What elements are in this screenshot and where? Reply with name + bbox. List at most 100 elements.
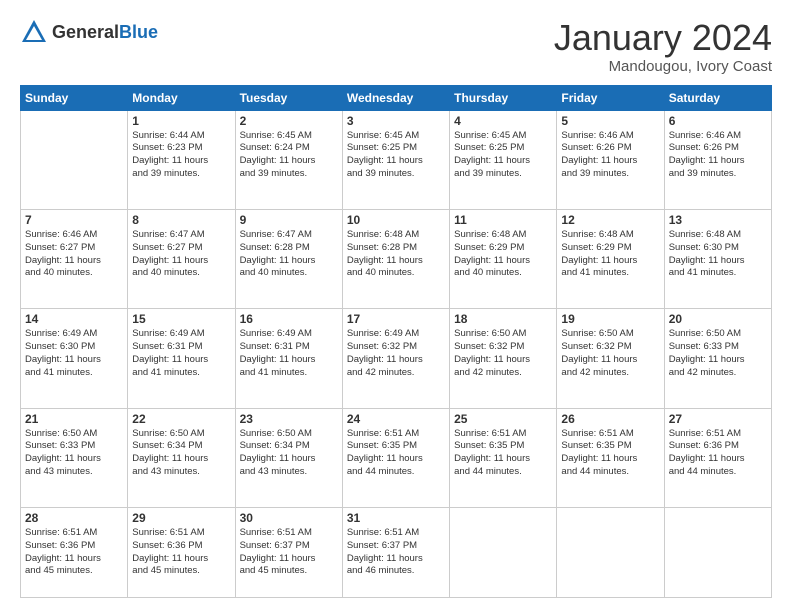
table-row xyxy=(21,110,128,209)
table-row: 23Sunrise: 6:50 AMSunset: 6:34 PMDayligh… xyxy=(235,408,342,507)
col-monday: Monday xyxy=(128,85,235,110)
day-number: 12 xyxy=(561,213,659,227)
day-number: 19 xyxy=(561,312,659,326)
day-info: Sunrise: 6:49 AMSunset: 6:31 PMDaylight:… xyxy=(132,328,230,379)
col-friday: Friday xyxy=(557,85,664,110)
page: GeneralBlue January 2024 Mandougou, Ivor… xyxy=(0,0,792,612)
logo-text: GeneralBlue xyxy=(52,22,158,43)
day-number: 15 xyxy=(132,312,230,326)
table-row: 24 Sunrise: 6:51 AMSunset: 6:35 PMDayligh… xyxy=(342,408,449,507)
table-row: 13Sunrise: 6:48 AMSunset: 6:30 PMDayligh… xyxy=(664,209,771,308)
day-number: 1 xyxy=(132,114,230,128)
day-info: Sunrise: 6:47 AMSunset: 6:28 PMDaylight:… xyxy=(240,229,338,280)
table-row xyxy=(664,508,771,598)
day-info: Sunrise: 6:50 AMSunset: 6:32 PMDaylight:… xyxy=(561,328,659,379)
day-number: 6 xyxy=(669,114,767,128)
day-info: Sunrise: 6:48 AMSunset: 6:28 PMDaylight:… xyxy=(347,229,445,280)
table-row: 10 Sunrise: 6:48 AMSunset: 6:28 PMDayligh… xyxy=(342,209,449,308)
day-number: 31 xyxy=(347,511,445,525)
day-info: Sunrise: 6:51 AMSunset: 6:36 PMDaylight:… xyxy=(25,527,123,578)
day-number: 8 xyxy=(132,213,230,227)
logo: GeneralBlue xyxy=(20,18,158,46)
day-number: 24 xyxy=(347,412,445,426)
day-info: Sunrise: 6:49 AMSunset: 6:30 PMDaylight:… xyxy=(25,328,123,379)
table-row: 6 Sunrise: 6:46 AMSunset: 6:26 PMDaylight… xyxy=(664,110,771,209)
table-row: 15 Sunrise: 6:49 AMSunset: 6:31 PMDayligh… xyxy=(128,309,235,408)
day-number: 18 xyxy=(454,312,552,326)
day-info: Sunrise: 6:49 AMSunset: 6:32 PMDaylight:… xyxy=(347,328,445,379)
day-number: 21 xyxy=(25,412,123,426)
table-row: 14 Sunrise: 6:49 AMSunset: 6:30 PMDayligh… xyxy=(21,309,128,408)
day-info: Sunrise: 6:46 AMSunset: 6:26 PMDaylight:… xyxy=(669,130,767,181)
day-info: Sunrise: 6:51 AMSunset: 6:35 PMDaylight:… xyxy=(561,428,659,479)
table-row: 28 Sunrise: 6:51 AMSunset: 6:36 PMDayligh… xyxy=(21,508,128,598)
day-info: Sunrise: 6:45 AMSunset: 6:25 PMDaylight:… xyxy=(347,130,445,181)
day-info: Sunrise: 6:51 AMSunset: 6:37 PMDaylight:… xyxy=(347,527,445,578)
day-number: 28 xyxy=(25,511,123,525)
day-number: 25 xyxy=(454,412,552,426)
table-row: 3 Sunrise: 6:45 AMSunset: 6:25 PMDaylight… xyxy=(342,110,449,209)
logo-general: General xyxy=(52,22,119,42)
table-row: 17Sunrise: 6:49 AMSunset: 6:32 PMDayligh… xyxy=(342,309,449,408)
table-row: 22 Sunrise: 6:50 AMSunset: 6:34 PMDayligh… xyxy=(128,408,235,507)
table-row: 31 Sunrise: 6:51 AMSunset: 6:37 PMDayligh… xyxy=(342,508,449,598)
day-number: 13 xyxy=(669,213,767,227)
day-number: 14 xyxy=(25,312,123,326)
table-row: 7Sunrise: 6:46 AMSunset: 6:27 PMDaylight… xyxy=(21,209,128,308)
table-row: 18 Sunrise: 6:50 AMSunset: 6:32 PMDayligh… xyxy=(450,309,557,408)
day-info: Sunrise: 6:51 AMSunset: 6:36 PMDaylight:… xyxy=(132,527,230,578)
day-info: Sunrise: 6:45 AMSunset: 6:24 PMDaylight:… xyxy=(240,130,338,181)
table-row: 20Sunrise: 6:50 AMSunset: 6:33 PMDayligh… xyxy=(664,309,771,408)
day-number: 10 xyxy=(347,213,445,227)
calendar-header-row: Sunday Monday Tuesday Wednesday Thursday… xyxy=(21,85,772,110)
day-number: 29 xyxy=(132,511,230,525)
day-info: Sunrise: 6:45 AMSunset: 6:25 PMDaylight:… xyxy=(454,130,552,181)
table-row: 21 Sunrise: 6:50 AMSunset: 6:33 PMDayligh… xyxy=(21,408,128,507)
day-number: 2 xyxy=(240,114,338,128)
day-info: Sunrise: 6:51 AMSunset: 6:37 PMDaylight:… xyxy=(240,527,338,578)
table-row: 26 Sunrise: 6:51 AMSunset: 6:35 PMDayligh… xyxy=(557,408,664,507)
table-row: 4 Sunrise: 6:45 AMSunset: 6:25 PMDaylight… xyxy=(450,110,557,209)
day-info: Sunrise: 6:48 AMSunset: 6:29 PMDaylight:… xyxy=(454,229,552,280)
day-number: 30 xyxy=(240,511,338,525)
day-info: Sunrise: 6:51 AMSunset: 6:36 PMDaylight:… xyxy=(669,428,767,479)
day-number: 4 xyxy=(454,114,552,128)
table-row: 9Sunrise: 6:47 AMSunset: 6:28 PMDaylight… xyxy=(235,209,342,308)
day-number: 26 xyxy=(561,412,659,426)
table-row xyxy=(557,508,664,598)
table-row: 25 Sunrise: 6:51 AMSunset: 6:35 PMDayligh… xyxy=(450,408,557,507)
day-number: 11 xyxy=(454,213,552,227)
day-info: Sunrise: 6:44 AMSunset: 6:23 PMDaylight:… xyxy=(132,130,230,181)
day-info: Sunrise: 6:50 AMSunset: 6:32 PMDaylight:… xyxy=(454,328,552,379)
table-row: 29 Sunrise: 6:51 AMSunset: 6:36 PMDayligh… xyxy=(128,508,235,598)
calendar-table: Sunday Monday Tuesday Wednesday Thursday… xyxy=(20,85,772,598)
table-row: 2 Sunrise: 6:45 AMSunset: 6:24 PMDaylight… xyxy=(235,110,342,209)
table-row: 1 Sunrise: 6:44 AMSunset: 6:23 PMDaylight… xyxy=(128,110,235,209)
day-number: 16 xyxy=(240,312,338,326)
day-info: Sunrise: 6:46 AMSunset: 6:27 PMDaylight:… xyxy=(25,229,123,280)
table-row: 5 Sunrise: 6:46 AMSunset: 6:26 PMDaylight… xyxy=(557,110,664,209)
logo-blue: Blue xyxy=(119,22,158,42)
table-row: 16Sunrise: 6:49 AMSunset: 6:31 PMDayligh… xyxy=(235,309,342,408)
col-wednesday: Wednesday xyxy=(342,85,449,110)
table-row: 19 Sunrise: 6:50 AMSunset: 6:32 PMDayligh… xyxy=(557,309,664,408)
day-info: Sunrise: 6:46 AMSunset: 6:26 PMDaylight:… xyxy=(561,130,659,181)
day-info: Sunrise: 6:51 AMSunset: 6:35 PMDaylight:… xyxy=(454,428,552,479)
day-info: Sunrise: 6:50 AMSunset: 6:33 PMDaylight:… xyxy=(669,328,767,379)
title-block: January 2024 Mandougou, Ivory Coast xyxy=(554,18,772,75)
table-row: 30 Sunrise: 6:51 AMSunset: 6:37 PMDayligh… xyxy=(235,508,342,598)
day-number: 3 xyxy=(347,114,445,128)
table-row xyxy=(450,508,557,598)
day-info: Sunrise: 6:50 AMSunset: 6:34 PMDaylight:… xyxy=(132,428,230,479)
day-number: 5 xyxy=(561,114,659,128)
day-info: Sunrise: 6:50 AMSunset: 6:34 PMDaylight:… xyxy=(240,428,338,479)
table-row: 8 Sunrise: 6:47 AMSunset: 6:27 PMDaylight… xyxy=(128,209,235,308)
location-title: Mandougou, Ivory Coast xyxy=(554,58,772,75)
day-info: Sunrise: 6:50 AMSunset: 6:33 PMDaylight:… xyxy=(25,428,123,479)
col-sunday: Sunday xyxy=(21,85,128,110)
day-info: Sunrise: 6:51 AMSunset: 6:35 PMDaylight:… xyxy=(347,428,445,479)
day-info: Sunrise: 6:47 AMSunset: 6:27 PMDaylight:… xyxy=(132,229,230,280)
day-number: 22 xyxy=(132,412,230,426)
col-tuesday: Tuesday xyxy=(235,85,342,110)
day-info: Sunrise: 6:48 AMSunset: 6:29 PMDaylight:… xyxy=(561,229,659,280)
